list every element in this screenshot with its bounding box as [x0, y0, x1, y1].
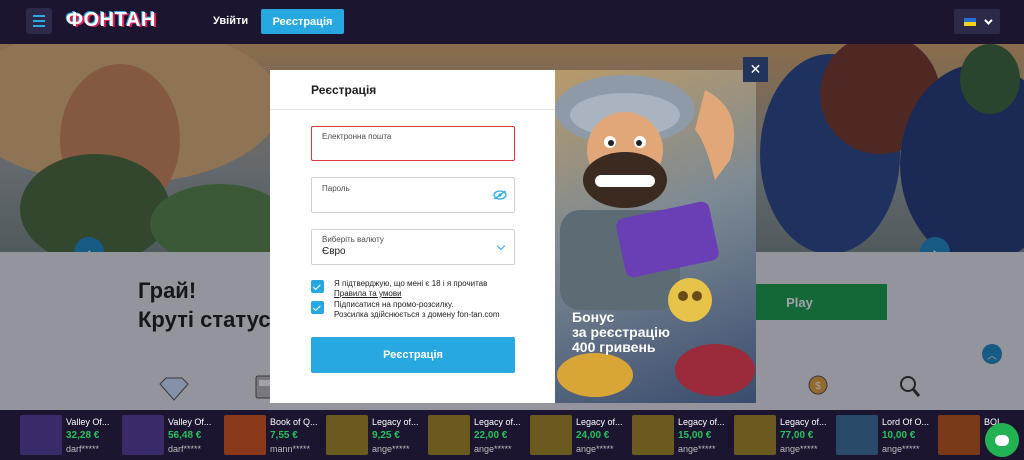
- winner-amount: 9,25 €: [372, 430, 400, 441]
- game-thumbnail[interactable]: [632, 415, 674, 455]
- winner-amount: 7,55 €: [270, 430, 298, 441]
- winner-amount: 22,00 €: [474, 430, 508, 441]
- password-field[interactable]: Пароль: [311, 177, 515, 213]
- eye-off-icon[interactable]: [493, 190, 507, 200]
- winner-username: mann*****: [270, 444, 311, 454]
- currency-select[interactable]: Виберіть валюту Євро: [311, 229, 515, 265]
- currency-value: Євро: [322, 246, 346, 257]
- modal-title: Реєстрація: [311, 83, 377, 97]
- winner-username: ange*****: [372, 444, 410, 454]
- game-thumbnail[interactable]: [938, 415, 980, 455]
- age-confirm-text: Я підтверджую, що мені є 18 і я прочитав: [334, 279, 488, 288]
- chat-icon[interactable]: [985, 423, 1019, 457]
- game-thumbnail[interactable]: [836, 415, 878, 455]
- game-thumbnail[interactable]: [734, 415, 776, 455]
- chevron-down-icon: [496, 241, 506, 251]
- email-label: Електронна пошта: [322, 132, 392, 141]
- winner-username: darf*****: [168, 444, 202, 454]
- close-icon[interactable]: ✕: [743, 57, 768, 82]
- winner-item[interactable]: Legacy of... 22,00 € ange*****: [408, 410, 521, 460]
- chevron-down-icon: [984, 15, 993, 25]
- language-selector[interactable]: [954, 9, 1000, 34]
- promo-subscribe-row: Підписатися на промо-розсилку. Розсилка …: [311, 300, 500, 320]
- currency-label: Виберіть валюту: [322, 235, 384, 244]
- game-thumbnail[interactable]: [122, 415, 164, 455]
- game-thumbnail[interactable]: [428, 415, 470, 455]
- promo-domain-text: Розсилка здійснюється з домену fon-tan.c…: [334, 310, 500, 319]
- registration-modal: Реєстрація Електронна пошта Пароль Вибер…: [270, 70, 555, 403]
- winner-amount: 32,28 €: [66, 430, 100, 441]
- ukraine-flag-icon: [964, 17, 976, 26]
- winner-amount: 77,00 €: [780, 430, 814, 441]
- promo-text: Підписатися на промо-розсилку.: [334, 300, 454, 309]
- terms-link[interactable]: Правила та умови: [334, 289, 402, 298]
- winner-amount: 15,00 €: [678, 430, 712, 441]
- winner-item[interactable]: Legacy of... 24,00 € ange*****: [510, 410, 623, 460]
- register-submit-button[interactable]: Реєстрація: [311, 337, 515, 373]
- winner-amount: 24,00 €: [576, 430, 610, 441]
- game-thumbnail[interactable]: [20, 415, 62, 455]
- winner-username: ange*****: [474, 444, 512, 454]
- winner-item[interactable]: Valley Of... 32,28 € darf*****: [0, 410, 109, 460]
- winner-item[interactable]: Valley Of... 56,48 € darf*****: [102, 410, 211, 460]
- age-confirm-row: Я підтверджую, що мені є 18 і я прочитав…: [311, 279, 487, 299]
- login-link[interactable]: Увійти: [213, 15, 248, 27]
- winner-item[interactable]: Legacy of... 9,25 € ange*****: [306, 410, 419, 460]
- winner-item[interactable]: Book of Q... 7,55 € mann*****: [204, 410, 318, 460]
- menu-icon[interactable]: [26, 8, 52, 34]
- winner-username: ange*****: [882, 444, 920, 454]
- age-confirm-checkbox[interactable]: [311, 280, 324, 293]
- bonus-text: Бонус за реєстрацію 400 гривень: [572, 309, 670, 355]
- winner-amount: 56,48 €: [168, 430, 202, 441]
- site-logo[interactable]: ФОНТАН: [66, 9, 156, 32]
- game-thumbnail[interactable]: [326, 415, 368, 455]
- password-label: Пароль: [322, 184, 350, 193]
- winner-username: ange*****: [780, 444, 818, 454]
- game-thumbnail[interactable]: [530, 415, 572, 455]
- top-header: ФОНТАН Увійти Реєстрація: [0, 0, 1024, 44]
- game-thumbnail[interactable]: [224, 415, 266, 455]
- winner-username: ange*****: [576, 444, 614, 454]
- email-field[interactable]: Електронна пошта: [311, 126, 515, 161]
- winner-item[interactable]: Legacy of... 77,00 € ange*****: [714, 410, 827, 460]
- bonus-promo-image: Бонус за реєстрацію 400 гривень: [555, 70, 756, 403]
- winner-username: darf*****: [66, 444, 100, 454]
- winner-username: ange*****: [678, 444, 716, 454]
- header-register-button[interactable]: Реєстрація: [261, 9, 344, 34]
- divider: [270, 109, 555, 110]
- winners-ticker: Valley Of... 32,28 € darf***** Valley Of...…: [0, 410, 1024, 460]
- winner-amount: 10,00 €: [882, 430, 916, 441]
- winner-item[interactable]: Legacy of... 15,00 € ange*****: [612, 410, 725, 460]
- winner-item[interactable]: Lord Of O... 10,00 € ange*****: [816, 410, 929, 460]
- promo-subscribe-checkbox[interactable]: [311, 301, 324, 314]
